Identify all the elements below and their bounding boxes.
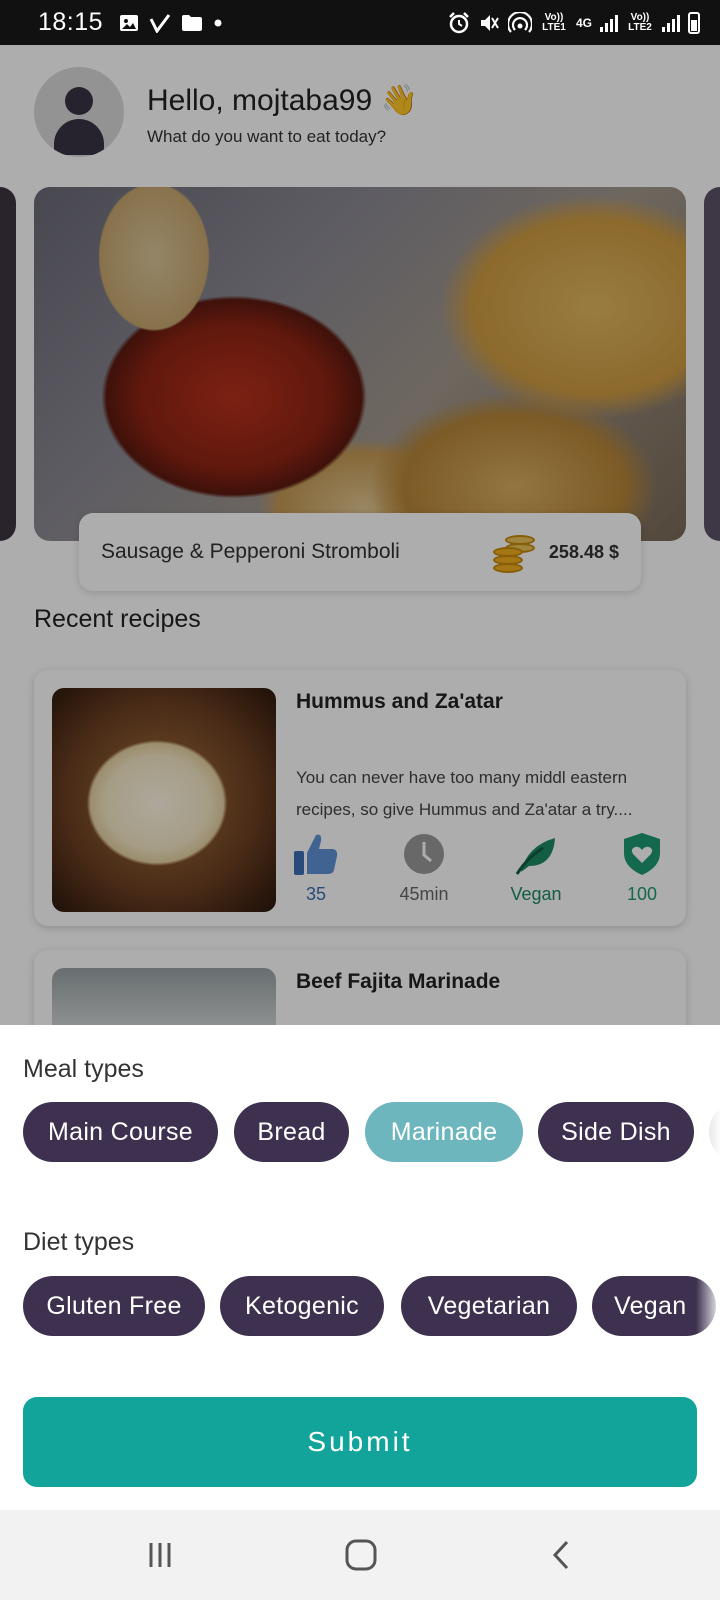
hotspot-icon bbox=[507, 11, 532, 34]
meal-types-label: Meal types bbox=[23, 1055, 144, 1083]
signal-icon bbox=[600, 14, 618, 32]
chip-gluten-free[interactable]: Gluten Free bbox=[23, 1276, 205, 1336]
chip-bread[interactable]: Bread bbox=[234, 1102, 349, 1162]
modal-scrim[interactable] bbox=[0, 45, 720, 1025]
status-time: 18:15 bbox=[38, 8, 104, 36]
system-nav-bar bbox=[0, 1510, 720, 1600]
chip-marinade[interactable]: Marinade bbox=[365, 1102, 523, 1162]
signal-icon-2 bbox=[662, 14, 680, 32]
chip-ketogenic[interactable]: Ketogenic bbox=[220, 1276, 384, 1336]
back-icon[interactable] bbox=[532, 1530, 592, 1580]
image-icon bbox=[119, 13, 139, 33]
scroll-fade bbox=[696, 1276, 720, 1336]
alarm-icon bbox=[448, 11, 470, 34]
sim1-label: Vo)) LTE1 bbox=[542, 11, 566, 33]
diet-types-label: Diet types bbox=[23, 1228, 135, 1256]
status-right-icons: Vo)) LTE1 4G Vo)) LTE2 bbox=[448, 11, 700, 34]
battery-icon bbox=[688, 11, 700, 34]
network-label: 4G bbox=[575, 15, 592, 30]
diet-types-chip-row[interactable]: Gluten Free Ketogenic Vegetarian Vegan bbox=[23, 1276, 720, 1336]
chip-vegetarian[interactable]: Vegetarian bbox=[401, 1276, 577, 1336]
dot-icon bbox=[213, 18, 223, 28]
filter-bottom-sheet: Meal types Main Course Bread Marinade Si… bbox=[0, 1025, 720, 1510]
meal-types-chip-row[interactable]: Main Course Bread Marinade Side Dish bbox=[23, 1102, 720, 1162]
status-left-icons bbox=[119, 13, 223, 33]
home-icon[interactable] bbox=[331, 1530, 391, 1580]
chip-side-dish[interactable]: Side Dish bbox=[538, 1102, 694, 1162]
status-bar: 18:15 Vo)) LTE1 4G Vo)) LTE2 bbox=[0, 0, 720, 45]
chip-main-course[interactable]: Main Course bbox=[23, 1102, 218, 1162]
scroll-fade bbox=[696, 1102, 720, 1162]
sim2-label: Vo)) LTE2 bbox=[628, 11, 652, 33]
submit-button[interactable]: Submit bbox=[23, 1397, 697, 1487]
check-icon bbox=[149, 13, 171, 33]
mute-icon bbox=[478, 12, 500, 34]
folder-icon bbox=[181, 14, 203, 32]
recent-apps-icon[interactable] bbox=[130, 1530, 190, 1580]
